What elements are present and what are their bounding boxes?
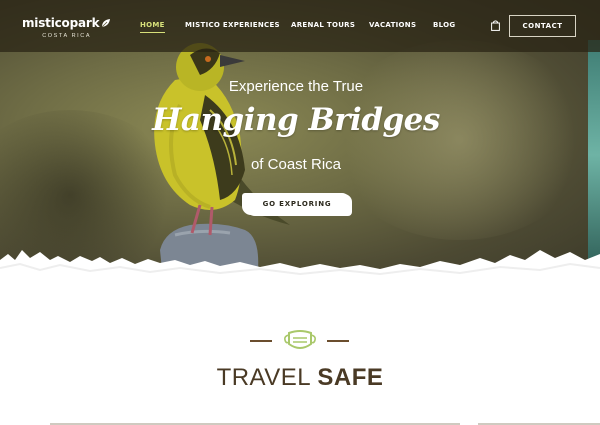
nav-item-mistico-experiences[interactable]: MISTICO EXPERIENCES	[185, 21, 280, 29]
nav-item-blog[interactable]: BLOG	[433, 21, 455, 29]
decorative-line-left	[250, 340, 272, 342]
face-mask-icon	[284, 330, 316, 349]
hero-tagline: Experience the True	[228, 78, 364, 95]
nav-item-home[interactable]: HOME	[140, 21, 165, 33]
hero-subline: of Coast Rica	[250, 156, 342, 173]
contact-button[interactable]: CONTACT	[509, 15, 576, 37]
section-title-bold: SAFE	[317, 364, 384, 391]
misticopark-logo[interactable]: misticopark COSTA RICA	[22, 14, 111, 39]
hero-background-blur	[330, 40, 590, 240]
top-navigation-bar: misticopark COSTA RICA HOME MISTICO EXPE…	[0, 0, 600, 52]
nav-item-vacations[interactable]: VACATIONS	[369, 21, 416, 29]
section-title-light: TRAVEL	[216, 364, 318, 391]
section-title: TRAVEL SAFE	[0, 364, 600, 392]
go-exploring-button[interactable]: GO EXPLORING	[244, 193, 350, 215]
logo-name: misticopark	[22, 16, 100, 30]
nav-item-arenal-tours[interactable]: ARENAL TOURS	[291, 21, 355, 29]
logo-subtitle: COSTA RICA	[42, 33, 92, 39]
hero-headline: Hanging Bridges	[152, 102, 440, 138]
shopping-bag-icon[interactable]	[491, 20, 500, 31]
leaf-icon	[102, 19, 111, 28]
decorative-line-right	[327, 340, 349, 342]
torn-paper-divider	[0, 250, 600, 285]
